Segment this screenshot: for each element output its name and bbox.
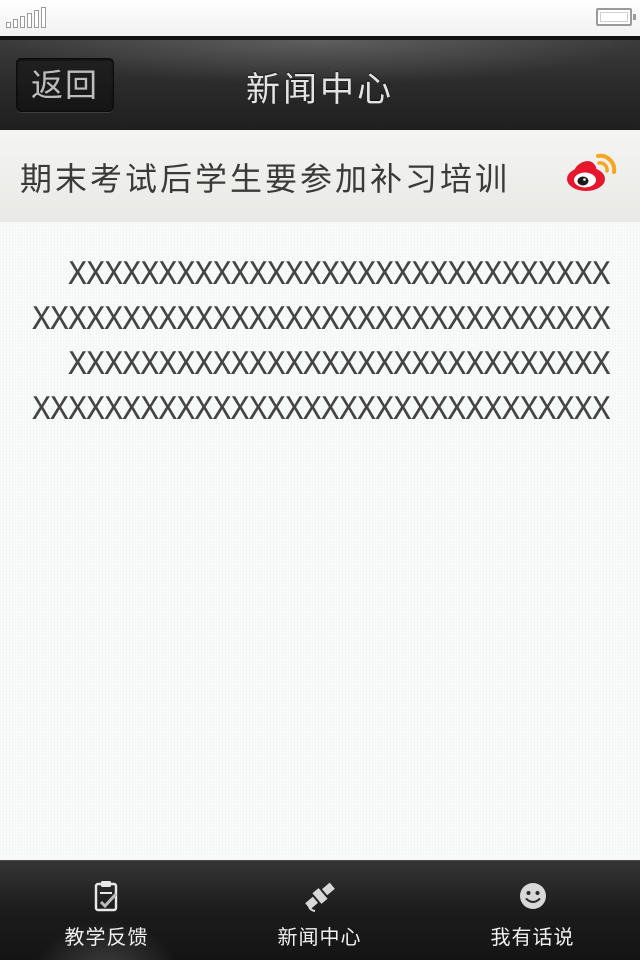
back-button[interactable]: 返回 [16, 58, 114, 112]
body-line: XXXXXXXXXXXXXXXXXXXXXXXXXXXXXXXX [31, 391, 611, 427]
body-line: XXXXXXXXXXXXXXXXXXXXXXXXXXXXXX [68, 346, 611, 382]
article-content: XXXXXXXXXXXXXXXXXXXXXXXXXXXXXX XXXXXXXXX… [0, 222, 640, 860]
tab-teaching-feedback[interactable]: 教学反馈 [0, 861, 213, 960]
body-line: XXXXXXXXXXXXXXXXXXXXXXXXXXXXXX [68, 256, 611, 292]
tab-feedback-say[interactable]: 我有话说 [426, 861, 639, 960]
status-bar [0, 0, 640, 36]
signal-strength-icon [6, 4, 48, 28]
article-title: 期末考试后学生要参加补习培训 [20, 160, 511, 198]
tab-bar: 教学反馈 新闻中心 我有话说 [0, 860, 640, 960]
satellite-icon [304, 882, 335, 912]
battery-icon [596, 8, 636, 26]
tab-label: 新闻中心 [277, 925, 362, 949]
article-header: 期末考试后学生要参加补习培训 [0, 130, 640, 229]
tab-label: 我有话说 [490, 925, 575, 949]
article-body: XXXXXXXXXXXXXXXXXXXXXXXXXXXXXX XXXXXXXXX… [30, 252, 611, 432]
smiley-icon [519, 883, 546, 909]
navigation-bar: 返回 新闻中心 [0, 36, 640, 130]
tab-label: 教学反馈 [64, 925, 149, 949]
page-title: 新闻中心 [246, 70, 394, 110]
weibo-icon[interactable] [564, 150, 620, 194]
body-line: XXXXXXXXXXXXXXXXXXXXXXXXXXXXXXXX [31, 301, 611, 337]
clipboard-check-icon [94, 881, 117, 912]
tab-news-center[interactable]: 新闻中心 [213, 861, 426, 960]
